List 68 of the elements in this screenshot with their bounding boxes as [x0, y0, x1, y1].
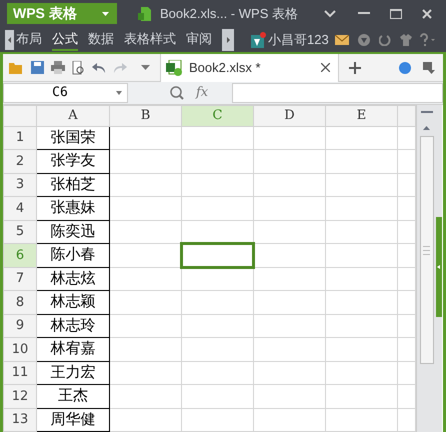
user-name[interactable]: 小昌哥123: [268, 30, 329, 50]
help-icon[interactable]: [420, 33, 436, 46]
row-header[interactable]: 12: [4, 384, 36, 408]
zoom-icon[interactable]: [170, 86, 184, 100]
scrollbar-thumb[interactable]: [420, 136, 434, 364]
column-header[interactable]: D: [254, 106, 326, 126]
row-header[interactable]: 2: [4, 150, 36, 173]
maximize-icon[interactable]: [390, 8, 402, 19]
table-cell: 林宥嘉: [36, 338, 110, 361]
table-cell: 王力宏: [36, 361, 110, 384]
grip-icon: [423, 246, 430, 254]
ribbon-tab[interactable]: 公式: [52, 28, 78, 51]
minimize-icon[interactable]: [358, 12, 370, 16]
scroll-right-icon[interactable]: [222, 28, 234, 51]
printer-icon[interactable]: [51, 61, 65, 74]
document-tab[interactable]: Book2.xlsx *: [160, 54, 339, 82]
formula-field[interactable]: [232, 83, 443, 103]
ribbon-tab[interactable]: 布局: [16, 28, 42, 51]
row-header[interactable]: 10: [4, 338, 36, 361]
table-cell: 张柏芝: [36, 173, 110, 196]
row-header[interactable]: 3: [4, 173, 36, 196]
table-cell: 周华健: [36, 408, 110, 432]
scroll-left-icon[interactable]: [5, 30, 14, 50]
table-cell: 林志颖: [36, 290, 110, 314]
chevron-down-icon[interactable]: [324, 10, 336, 18]
window-title: Book2.xls... - WPS 表格: [160, 5, 298, 24]
split-handle-icon[interactable]: [420, 111, 432, 113]
row-header[interactable]: 4: [4, 196, 36, 220]
table-cell: 林志炫: [36, 267, 110, 290]
refresh-icon[interactable]: [378, 34, 391, 46]
row-header[interactable]: 5: [4, 220, 36, 244]
close-icon[interactable]: [321, 63, 330, 72]
row-header[interactable]: 1: [4, 126, 36, 150]
selected-cell[interactable]: [182, 244, 254, 267]
mail-icon[interactable]: [334, 34, 349, 45]
row-header[interactable]: 11: [4, 361, 36, 384]
column-header[interactable]: A: [36, 106, 110, 126]
scroll-up-icon[interactable]: [423, 126, 430, 130]
table-cell: 张惠妹: [36, 196, 110, 220]
name-box[interactable]: C6: [3, 83, 128, 103]
save-icon[interactable]: [31, 61, 44, 74]
print-preview-icon[interactable]: [72, 60, 85, 74]
caret-icon: [102, 12, 109, 16]
row-header[interactable]: 9: [4, 314, 36, 338]
side-panel-handle-icon[interactable]: [436, 217, 442, 317]
table-cell: 张学友: [36, 150, 110, 173]
avatar-icon[interactable]: [251, 32, 266, 48]
row-header[interactable]: 8: [4, 290, 36, 314]
dropdown-arrow-icon[interactable]: [116, 91, 122, 95]
ribbon-tab[interactable]: 审阅: [186, 28, 212, 51]
dropdown-arrow-icon[interactable]: [141, 65, 150, 70]
row-header[interactable]: 7: [4, 267, 36, 290]
spreadsheet-icon: [166, 60, 183, 76]
table-cell: 张国荣: [36, 126, 110, 150]
undo-icon[interactable]: [92, 62, 105, 72]
table-cell: 林志玲: [36, 314, 110, 338]
table-cell: 陈奕迅: [36, 220, 110, 244]
ribbon-tab[interactable]: 表格样式: [124, 28, 176, 51]
column-header[interactable]: E: [326, 106, 398, 126]
table-cell: 王杰: [36, 384, 110, 408]
column-header[interactable]: B: [110, 106, 182, 126]
row-header[interactable]: 13: [4, 408, 36, 432]
document-icon: [138, 6, 152, 21]
table-cell: 陈小春: [36, 244, 110, 267]
new-tab-icon[interactable]: [349, 62, 361, 74]
ribbon-tab[interactable]: 数据: [88, 28, 114, 51]
function-label[interactable]: fx: [196, 83, 208, 103]
shirt-icon[interactable]: [400, 34, 412, 46]
